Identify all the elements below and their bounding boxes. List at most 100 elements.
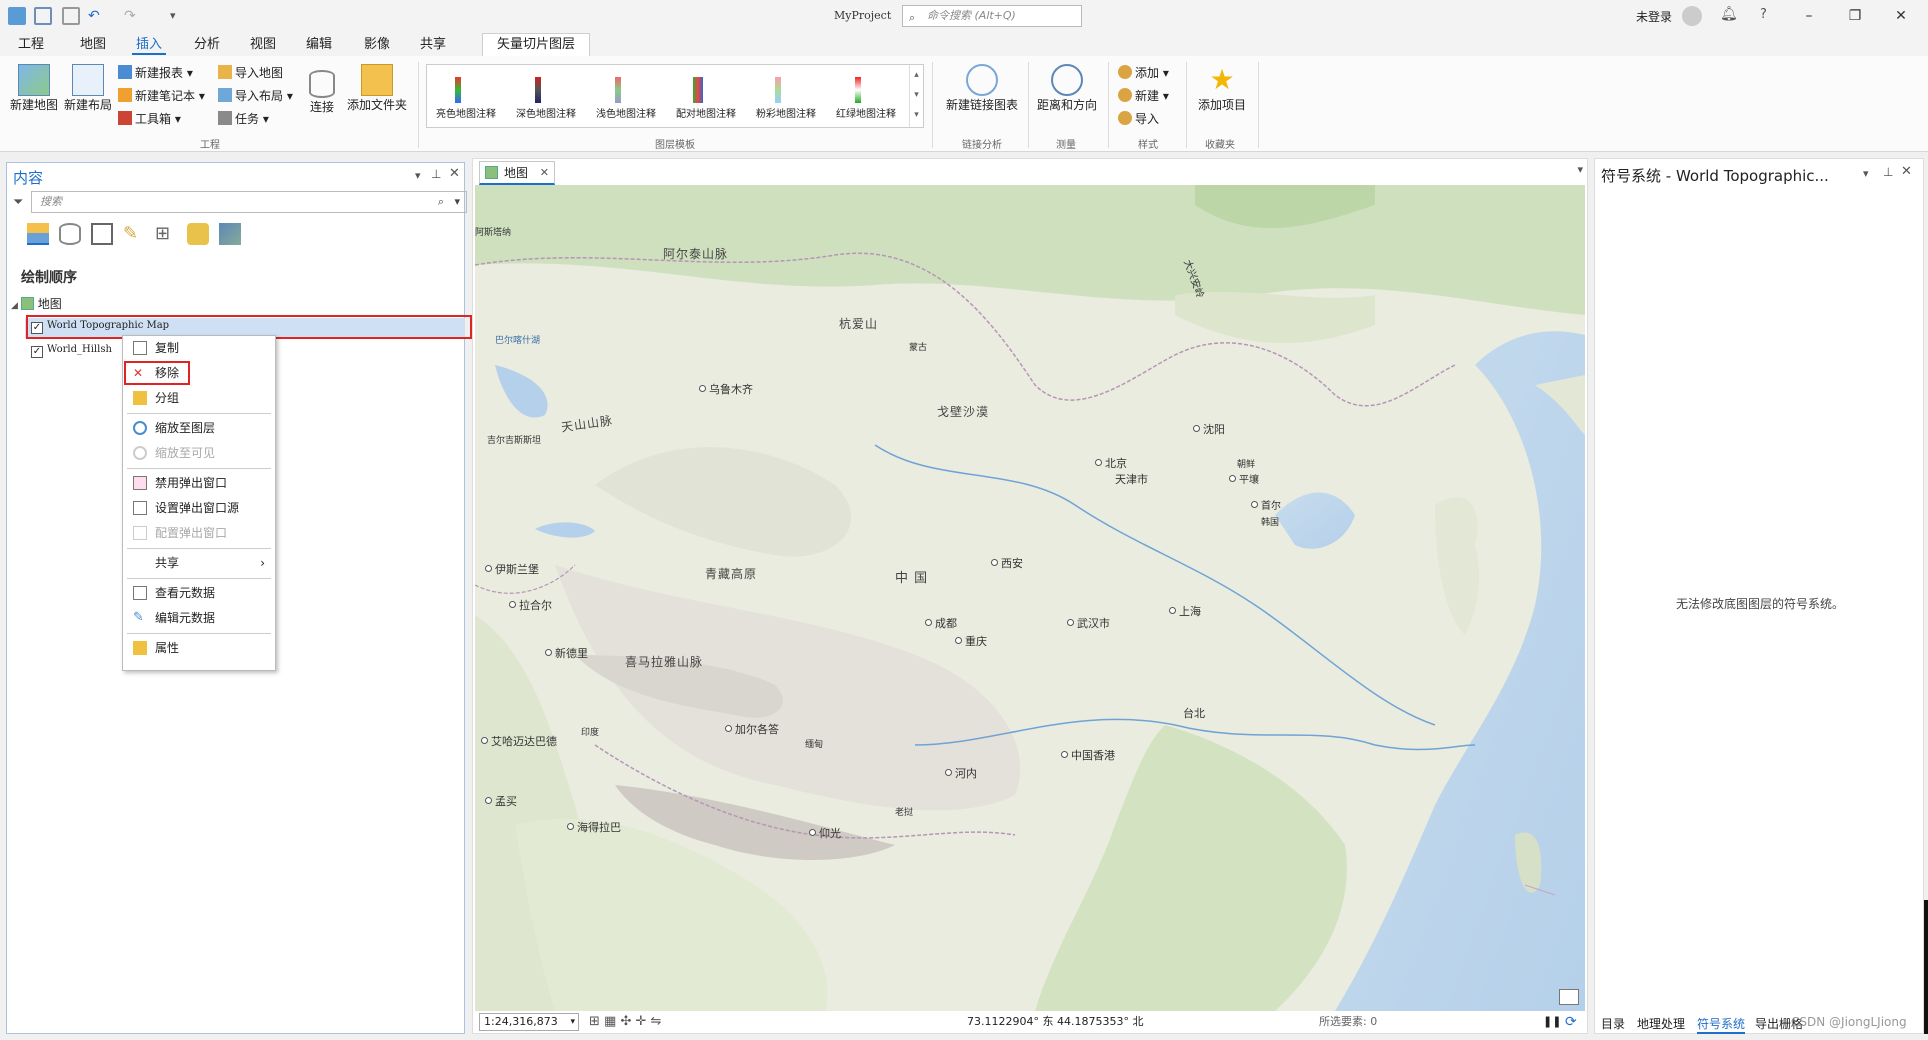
add-style-button[interactable]: 添加 ▾	[1118, 64, 1169, 82]
toolbox-button[interactable]: 工具箱 ▾	[118, 110, 181, 128]
open-project-icon[interactable]	[34, 7, 52, 25]
close-pane-icon[interactable]: ✕	[1901, 164, 1912, 179]
list-by-perspective-icon[interactable]	[219, 223, 241, 245]
help-button[interactable]: ?	[1760, 7, 1767, 22]
template-light-icon	[427, 71, 505, 105]
new-notebook-button[interactable]: 新建笔记本 ▾	[118, 87, 205, 105]
chevron-down-icon[interactable]: ▾	[454, 192, 460, 212]
new-style-button[interactable]: 新建 ▾	[1118, 87, 1169, 105]
layer-world-hillshade[interactable]: ✓ World_Hillsh	[31, 344, 112, 358]
map-canvas[interactable]: 阿尔泰山脉 杭爱山 戈壁沙漠 天山山脉 乌鲁木齐 青藏高原 中 国 喜马拉雅山脉…	[475, 185, 1585, 1011]
tab-project[interactable]: 工程	[14, 35, 48, 55]
tab-imagery[interactable]: 影像	[360, 35, 394, 55]
pin-icon[interactable]: ⊥	[1883, 165, 1893, 179]
filter-icon[interactable]: ⏷	[13, 195, 23, 210]
label-gobi: 戈壁沙漠	[937, 405, 990, 419]
tab-view[interactable]: 视图	[246, 35, 280, 55]
redo-icon[interactable]: ↷	[124, 7, 142, 25]
arcgis-pro-icon[interactable]	[8, 7, 26, 25]
tab-map-view[interactable]: 地图 ✕	[479, 161, 555, 185]
add-folder-button[interactable]: 添加文件夹	[346, 64, 408, 112]
visibility-checkbox[interactable]: ✓	[31, 346, 43, 358]
pane-options-icon[interactable]: ▾	[415, 169, 421, 182]
tab-edit[interactable]: 编辑	[302, 35, 336, 55]
template-red-green[interactable]: 红绿地图注释	[827, 71, 905, 120]
menu-set-popup-source[interactable]: 设置弹出窗口源	[127, 496, 271, 520]
tab-map[interactable]: 地图	[76, 35, 110, 55]
import-map-icon	[218, 65, 232, 79]
undo-icon[interactable]: ↶	[88, 7, 106, 25]
add-item-button[interactable]: ★ 添加项目	[1194, 64, 1250, 113]
tab-vector-tile-layer[interactable]: 矢量切片图层	[482, 33, 591, 57]
refresh-icon[interactable]: ⟳	[1565, 1011, 1577, 1033]
save-icon[interactable]	[62, 7, 80, 25]
template-red-green-icon	[827, 71, 905, 105]
template-dark[interactable]: 深色地图注释	[507, 71, 585, 120]
connect-button[interactable]: 连接	[302, 70, 342, 114]
gallery-scroll[interactable]: ▴ ▾ ▾	[909, 65, 923, 127]
tab-symbology[interactable]: 符号系统	[1697, 1015, 1746, 1034]
tab-insert[interactable]: 插入	[132, 35, 167, 55]
command-search-input[interactable]: ⌕ 命令搜索 (Alt+Q)	[902, 5, 1082, 27]
list-by-drawing-order-icon[interactable]	[27, 223, 49, 245]
sign-in-status[interactable]: 未登录	[1636, 8, 1672, 25]
new-map-button[interactable]: 新建地图	[8, 64, 60, 112]
menu-zoom-to-layer[interactable]: 缩放至图层	[127, 416, 271, 440]
new-link-chart-button[interactable]: 新建链接图表	[942, 64, 1022, 112]
new-layout-button[interactable]: 新建布局	[62, 64, 114, 112]
template-light[interactable]: 亮色地图注释	[427, 71, 505, 120]
label-shanghai: 上海	[1169, 603, 1201, 619]
tasks-icon	[218, 111, 232, 125]
template-pastel[interactable]: 粉彩地图注释	[747, 71, 825, 120]
label-tianjin: 天津市	[1115, 473, 1148, 486]
map-tree-node[interactable]: ◢ 地图	[11, 295, 62, 312]
close-tab-icon[interactable]: ✕	[540, 162, 549, 184]
list-by-editing-icon[interactable]: ✎	[123, 223, 145, 245]
properties-icon	[133, 641, 147, 655]
scale-selector[interactable]: 1:24,316,873 ▾	[479, 1013, 579, 1031]
map-legend-icon[interactable]	[1559, 989, 1579, 1005]
tab-catalog[interactable]: 目录	[1601, 1015, 1625, 1032]
menu-edit-metadata[interactable]: ✎ 编辑元数据	[127, 606, 271, 630]
pane-options-icon[interactable]: ▾	[1863, 167, 1869, 180]
notification-icon[interactable]: 🔔︎	[1720, 6, 1738, 22]
import-map-button[interactable]: 导入地图	[218, 64, 283, 82]
minimize-button[interactable]: –	[1786, 0, 1832, 32]
collapse-icon[interactable]: ◢	[11, 301, 21, 311]
distance-direction-button[interactable]: 距离和方向	[1034, 64, 1100, 112]
maximize-button[interactable]: ❐	[1832, 0, 1878, 32]
close-button[interactable]: ✕	[1878, 0, 1924, 32]
menu-properties[interactable]: 属性	[127, 636, 271, 660]
customize-qat-icon[interactable]: ▾	[170, 7, 188, 25]
pin-icon[interactable]: ⊥	[431, 167, 441, 181]
template-paired[interactable]: 配对地图注释	[667, 71, 745, 120]
layer-template-gallery[interactable]: 亮色地图注释 深色地图注释 浅色地图注释 配对地图注释 粉彩地图注释 红绿地图注…	[426, 64, 924, 128]
new-report-button[interactable]: 新建报表 ▾	[118, 64, 193, 82]
map-tools-icons[interactable]: ⊞ ▦ ✣ ✛ ⇋	[589, 1011, 661, 1033]
pause-drawing-icon[interactable]: ❚❚	[1543, 1011, 1561, 1033]
list-by-labeling-icon[interactable]	[187, 223, 209, 245]
list-by-source-icon[interactable]	[59, 223, 81, 245]
menu-share[interactable]: 共享 ›	[127, 551, 271, 575]
close-pane-icon[interactable]: ✕	[449, 166, 460, 181]
template-dark-icon	[507, 71, 585, 105]
label-astana: 阿斯塔纳	[475, 228, 512, 238]
import-style-button[interactable]: 导入	[1118, 110, 1159, 128]
chevron-down-icon[interactable]: ▾	[1577, 163, 1583, 176]
tasks-button[interactable]: 任务 ▾	[218, 110, 269, 128]
menu-disable-popups[interactable]: 禁用弹出窗口	[127, 471, 271, 495]
list-by-selection-icon[interactable]	[91, 223, 113, 245]
tab-geoprocessing[interactable]: 地理处理	[1637, 1015, 1685, 1032]
import-layout-button[interactable]: 导入布局 ▾	[218, 87, 293, 105]
menu-copy[interactable]: 复制	[127, 336, 271, 360]
tab-share[interactable]: 共享	[416, 35, 450, 55]
group-label-favorites: 收藏夹	[1205, 140, 1235, 151]
tab-analysis[interactable]: 分析	[190, 35, 224, 55]
menu-group[interactable]: 分组	[127, 386, 271, 410]
contents-search-input[interactable]: 搜索 ⌕ ▾	[31, 191, 467, 213]
template-muted[interactable]: 浅色地图注释	[587, 71, 665, 120]
avatar[interactable]	[1682, 6, 1702, 26]
style-add-icon	[1118, 65, 1132, 79]
list-by-snapping-icon[interactable]: ⊞	[155, 223, 177, 245]
menu-view-metadata[interactable]: 查看元数据	[127, 581, 271, 605]
